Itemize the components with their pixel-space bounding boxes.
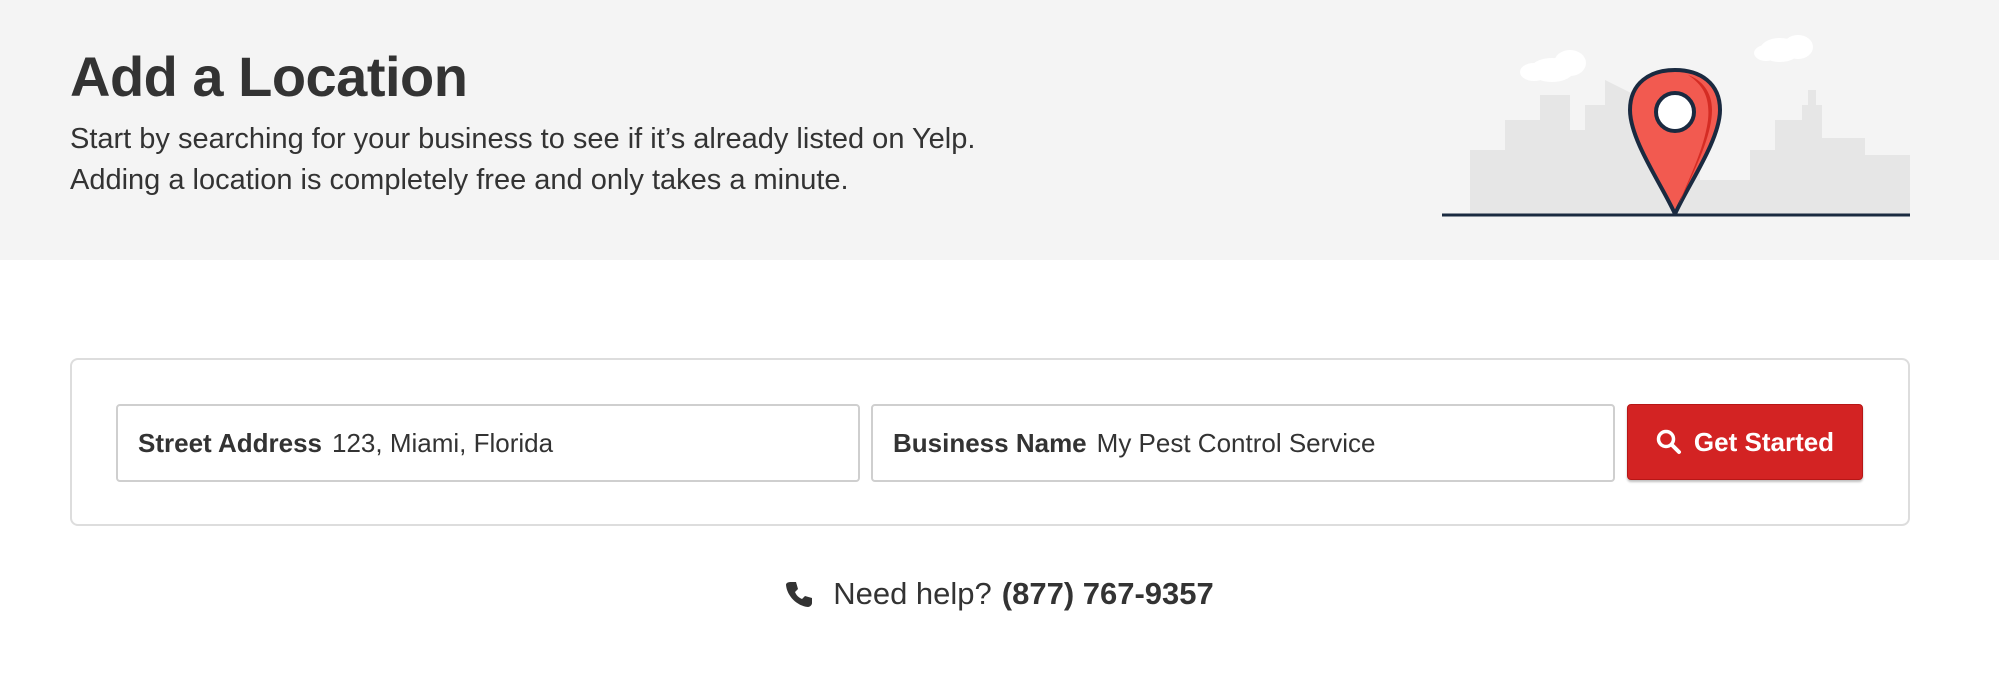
map-pin-city-icon bbox=[1430, 20, 1930, 235]
business-name-label: Business Name bbox=[893, 427, 1087, 458]
help-line: Need help? (877) 767-9357 bbox=[0, 576, 1999, 612]
hero-banner: Add a Location Start by searching for yo… bbox=[0, 0, 1999, 260]
business-name-input[interactable]: My Pest Control Service bbox=[1097, 428, 1376, 459]
street-address-field[interactable]: Street Address 123, Miami, Florida bbox=[116, 404, 860, 482]
hero-description-line-1: Start by searching for your business to … bbox=[70, 123, 976, 155]
get-started-button[interactable]: Get Started bbox=[1627, 404, 1863, 480]
page-title: Add a Location bbox=[70, 45, 468, 108]
search-panel: Street Address 123, Miami, Florida Busin… bbox=[70, 358, 1910, 526]
help-phone-number[interactable]: (877) 767-9357 bbox=[1002, 576, 1214, 612]
search-icon bbox=[1656, 429, 1682, 455]
business-name-field[interactable]: Business Name My Pest Control Service bbox=[871, 404, 1615, 482]
phone-icon bbox=[785, 580, 813, 608]
hero-description-line-2: Adding a location is completely free and… bbox=[70, 164, 849, 196]
street-address-label: Street Address bbox=[138, 427, 322, 458]
get-started-label: Get Started bbox=[1693, 426, 1835, 457]
street-address-input[interactable]: 123, Miami, Florida bbox=[332, 428, 553, 459]
help-text: Need help? bbox=[833, 576, 992, 611]
